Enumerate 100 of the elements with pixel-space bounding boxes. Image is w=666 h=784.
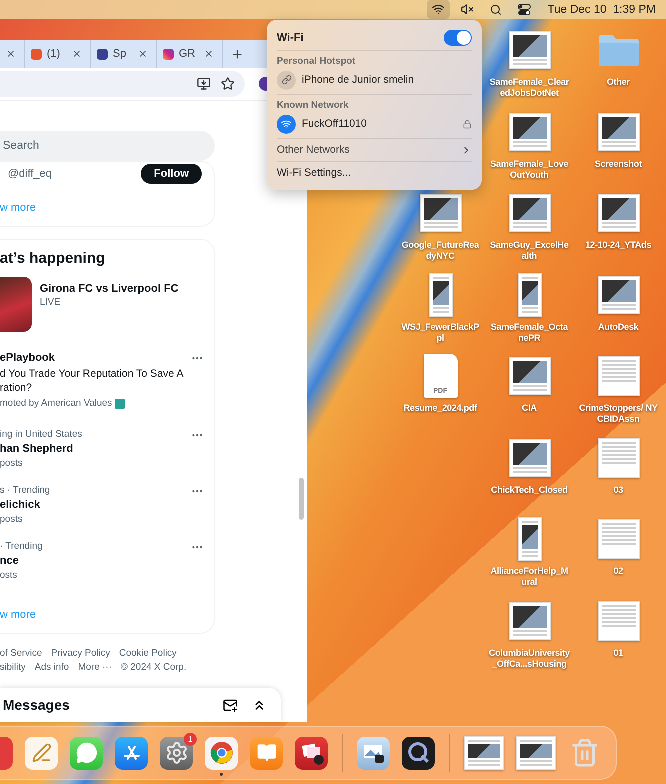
post-count: posts [0,514,24,525]
tab-title: Sp [113,48,128,60]
footer-link[interactable]: sibility [0,662,26,673]
file-name: CrimeStoppers/ NYCBIDAssn [578,403,659,425]
favicon-icon [31,48,42,60]
trend-context: · Trending [0,541,44,552]
emoji-icon [115,398,126,408]
new-tab-icon[interactable] [231,48,244,60]
file-name: SameGuy_ExcelHealth [489,240,570,262]
round-logo-app-icon[interactable] [205,736,238,770]
speaker-muted-icon[interactable] [460,3,474,16]
tab-title: (1) [47,48,62,60]
file-name: 01 [612,648,624,658]
drawer-title: Messages [3,697,70,713]
trend-name[interactable]: nce [0,555,192,567]
footer-link[interactable]: Ads info [34,662,70,673]
network-item[interactable]: FuckOff11010 [277,114,472,134]
gear-app-icon[interactable] [160,736,193,770]
file-name: 03 [612,484,624,496]
portrait-thumbnail[interactable] [518,517,542,561]
file-name: Other [606,77,631,88]
favicon-icon [163,48,174,60]
post-count: posts [0,458,24,469]
screenshot-thumbnail[interactable] [508,602,550,640]
trend-context: ing in United States [0,429,84,440]
portrait-thumbnail[interactable] [518,272,542,316]
q-circle-app-icon[interactable] [402,736,435,770]
network-item[interactable]: iPhone de Junior smelin [277,70,472,90]
menu-item[interactable]: Wi-Fi Settings... [277,162,472,184]
notification-badge: 1 [184,732,197,746]
clock[interactable]: Tue Dec 10 1:39 PM [548,4,656,16]
file-name: ChickTech_Closed [490,484,569,496]
section-heading: at’s happening [0,250,106,267]
browser-tab[interactable]: (1) [25,40,91,68]
trend-context: s · Trending [0,485,52,496]
footer-link[interactable]: of Service [0,648,42,659]
file-name: 12-10-24_YTAds [584,240,653,251]
screenshot-thumbnail[interactable] [598,276,640,314]
event-status: LIVE [40,297,62,308]
window-thumbnail-icon[interactable] [516,736,556,770]
scrollbar-thumb[interactable] [299,478,304,520]
document-thumbnail[interactable] [598,600,640,640]
control-center-icon[interactable] [518,4,531,16]
menu-title: Wi-Fi [277,32,304,44]
document-thumbnail[interactable] [598,356,640,396]
file-name: WSJ_FewerBlackPpl [400,322,480,344]
user-handle: @diff_eq [7,168,52,180]
screenshot-thumbnail[interactable] [508,357,550,395]
messages-drawer[interactable]: Messages [0,688,281,722]
portrait-thumbnail[interactable] [428,272,452,316]
browser-tab[interactable]: GR [157,40,223,68]
close-icon[interactable] [72,49,82,59]
menu-item[interactable]: Other Networks [277,139,472,162]
photos-app-icon[interactable] [295,736,328,770]
browser-tab[interactable]: Sp [91,40,157,68]
file-name: CIA [521,403,538,414]
letter-a-app-icon[interactable] [115,736,148,770]
footer-link[interactable]: © 2024 X Corp. [120,662,187,673]
promoted-by-text: moted by American Values [0,398,112,409]
section-heading: Known Network [277,100,350,111]
promoted-title[interactable]: ePlaybook [0,352,192,364]
footer-link[interactable]: Privacy Policy [51,648,110,659]
link-icon [277,70,296,90]
footer-link[interactable]: Cookie Policy [119,648,177,659]
follow-button[interactable]: Follow [141,164,202,184]
file-name: ColumbiaUniversity_OffCa...sHousing [488,648,570,670]
file-name: AllianceForHelp_Mural [490,566,570,588]
wifi-toggle[interactable] [444,30,472,46]
close-icon[interactable] [138,49,148,59]
file-name: SameFemale_LoveOutYouth [489,158,570,180]
event-item[interactable]: Girona FC vs Liverpool FC LIVE [0,277,214,332]
document-thumbnail[interactable] [598,438,640,478]
preview-app-icon[interactable] [357,736,390,770]
tab-title: GR [179,48,196,60]
section-heading: Personal Hotspot [277,56,357,67]
footer-link[interactable]: More ··· [78,662,112,673]
screenshot-thumbnail[interactable] [508,194,550,232]
file-name: AutoDesk [597,322,640,332]
trend-name[interactable]: elichick [0,499,192,511]
new-message-icon[interactable] [223,698,238,712]
open-book-app-icon[interactable] [250,736,283,770]
file-name: Screenshot [594,158,644,170]
bookmark-star-icon[interactable] [221,77,235,91]
close-icon[interactable] [204,49,214,59]
screenshot-thumbnail[interactable] [508,438,550,476]
event-title: Girona FC vs Liverpool FC [40,283,179,295]
screenshot-thumbnail[interactable] [420,194,462,232]
pen-app-icon[interactable] [25,736,58,770]
search-field[interactable]: Search [0,131,215,161]
screenshot-thumbnail[interactable] [508,31,550,69]
screenshot-thumbnail[interactable] [598,112,640,150]
screenshot-thumbnail[interactable] [598,194,640,232]
search-icon[interactable] [490,4,502,16]
trend-name[interactable]: han Shepherd [0,443,192,455]
file-name: 02 [612,566,624,577]
document-thumbnail[interactable] [598,519,640,559]
screenshot-thumbnail[interactable] [508,112,550,150]
install-app-icon[interactable] [197,77,211,91]
close-icon[interactable] [6,49,16,59]
window-thumbnail-icon[interactable] [464,736,504,770]
